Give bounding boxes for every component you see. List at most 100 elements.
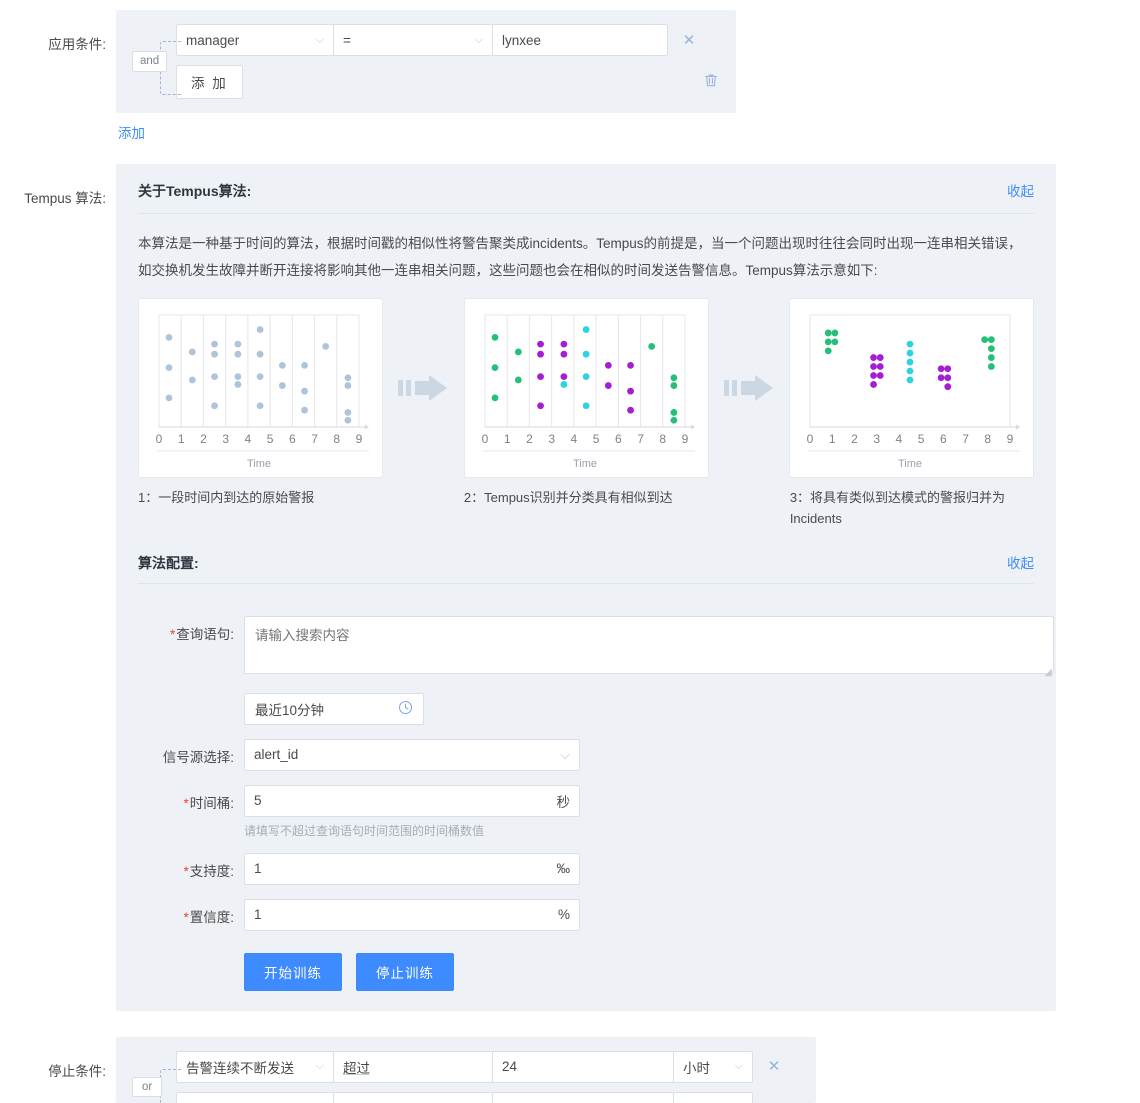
condition-rule-row: manager ⌵ = ⌵ lynxee ✕ <box>176 24 720 56</box>
time-bucket-label-text: 时间桶: <box>189 795 234 811</box>
tempus-collapse-link[interactable]: 收起 <box>1007 180 1034 200</box>
signal-source-select[interactable]: alert_id ⌵ <box>244 738 580 771</box>
svg-text:8: 8 <box>333 432 340 446</box>
time-range-label-spacer <box>138 693 244 700</box>
svg-text:Time: Time <box>572 458 596 470</box>
required-marker: * <box>183 909 189 925</box>
condition-operator-select[interactable]: = ⌵ <box>333 24 493 56</box>
chart-caption-1: 1：一段时间内到达的原始警报 <box>138 490 315 505</box>
stop-operator-input-2[interactable] <box>333 1091 493 1103</box>
tempus-panel: 关于Tempus算法: 收起 本算法是一种基于时间的算法，根据时间戳的相似性将警… <box>116 164 1056 1011</box>
algo-config-body: *查询语句: ◢ 最近10分钟 <box>138 600 1054 991</box>
chart-captions: 1：一段时间内到达的原始警报 2：Tempus识别并分类具有相似到达 3：将具有… <box>138 488 1034 530</box>
clock-icon <box>398 700 413 718</box>
delete-group-icon[interactable] <box>704 73 720 92</box>
required-marker: * <box>183 795 189 811</box>
stop-unit-select[interactable]: 小时 ⌵ <box>673 1050 753 1083</box>
condition-field-select[interactable]: manager ⌵ <box>176 24 334 56</box>
stop-field-select-2[interactable] <box>176 1091 334 1103</box>
svg-text:7: 7 <box>962 432 969 446</box>
svg-text:5: 5 <box>592 432 599 446</box>
chevron-down-icon: ⌵ <box>315 1060 324 1073</box>
svg-text:Time: Time <box>247 458 271 470</box>
start-training-button[interactable]: 开始训练 <box>244 952 342 991</box>
tempus-about-header: 关于Tempus算法: 收起 <box>138 180 1034 213</box>
confidence-value: 1 <box>254 907 262 923</box>
svg-text:5: 5 <box>267 432 274 446</box>
stop-field-select[interactable]: 告警连续不断发送 ⌵ <box>176 1050 334 1083</box>
condition-operator-value: = <box>343 32 351 48</box>
time-range-picker[interactable]: 最近10分钟 <box>244 692 424 725</box>
apply-conditions-label: 应用条件: <box>48 37 106 52</box>
signal-source-row: 信号源选择: alert_id ⌵ <box>138 738 1034 771</box>
algo-config-collapse-link[interactable]: 收起 <box>1007 552 1034 572</box>
divider <box>138 213 1034 214</box>
confidence-input[interactable]: 1 % <box>244 898 580 931</box>
svg-text:8: 8 <box>659 432 666 446</box>
query-field-row: *查询语句: ◢ <box>138 615 1054 679</box>
arrow-separator-1 <box>383 298 464 478</box>
stop-value-input[interactable]: 24 <box>492 1050 674 1083</box>
time-bucket-value: 5 <box>254 793 262 809</box>
time-bucket-unit: 秒 <box>556 794 571 810</box>
time-range-row: 最近10分钟 <box>138 692 1034 725</box>
logic-operator-or[interactable]: or <box>132 1077 163 1098</box>
stop-rule-row: 告警连续不断发送 ⌵ 超过 24 小时 ⌵ ✕ <box>176 1050 800 1083</box>
svg-text:4: 4 <box>896 432 903 446</box>
svg-text:7: 7 <box>637 432 644 446</box>
required-marker: * <box>169 626 176 642</box>
tempus-about-title: 关于Tempus算法: <box>138 183 252 199</box>
chart-caption-2: 2：Tempus识别并分类具有相似到达 <box>463 490 673 505</box>
apply-conditions-panel: and manager ⌵ = ⌵ lynxee ✕ 添 加 <box>116 10 736 113</box>
signal-source-label: 信号源选择: <box>162 749 234 765</box>
stop-rule-row-2 <box>176 1091 800 1103</box>
svg-text:4: 4 <box>570 432 577 446</box>
svg-text:8: 8 <box>984 432 991 446</box>
query-label-text: 查询语句: <box>176 626 234 642</box>
add-condition-group-link[interactable]: 添加 <box>118 122 736 142</box>
svg-text:7: 7 <box>311 432 318 446</box>
remove-condition-button[interactable]: ✕ <box>676 33 702 48</box>
connector-line <box>160 1068 182 1103</box>
svg-text:6: 6 <box>289 432 296 446</box>
required-marker: * <box>183 863 189 879</box>
svg-text:Time: Time <box>898 458 922 470</box>
logic-operator-and[interactable]: and <box>132 50 168 73</box>
query-input[interactable] <box>244 615 1054 674</box>
support-row: *支持度: 1 ‰ <box>138 852 1034 885</box>
svg-text:3: 3 <box>548 432 555 446</box>
support-input[interactable]: 1 ‰ <box>244 852 580 885</box>
time-range-value: 最近10分钟 <box>255 702 325 718</box>
svg-text:2: 2 <box>200 432 207 446</box>
time-bucket-row: *时间桶: 5 秒 请填写不超过查询语句时间范围的时间桶数值 <box>138 784 1034 839</box>
condition-value-input[interactable]: lynxee <box>492 24 668 56</box>
apply-conditions-row: 应用条件: and manager ⌵ = ⌵ lynxee ✕ 添 加 添加 <box>0 10 1140 142</box>
svg-text:0: 0 <box>481 432 488 446</box>
stop-logic-operator-group: or <box>132 1051 182 1103</box>
resize-grip-icon: ◢ <box>1044 666 1052 678</box>
stop-value-input-2[interactable] <box>492 1091 674 1103</box>
stop-operator-input[interactable]: 超过 <box>333 1050 493 1083</box>
time-bucket-hint: 请填写不超过查询语句时间范围的时间桶数值 <box>244 823 485 838</box>
tempus-description: 本算法是一种基于时间的算法，根据时间戳的相似性将警告聚类成incidents。T… <box>138 236 1022 278</box>
stop-unit-select-2[interactable] <box>673 1091 753 1103</box>
condition-field-value: manager <box>186 32 240 48</box>
stop-training-button[interactable]: 停止训练 <box>356 952 454 991</box>
add-condition-button[interactable]: 添 加 <box>176 65 243 99</box>
chevron-down-icon: ⌵ <box>734 1060 743 1073</box>
confidence-label-text: 置信度: <box>189 909 234 925</box>
svg-text:9: 9 <box>681 432 688 446</box>
svg-text:3: 3 <box>873 432 880 446</box>
svg-text:1: 1 <box>503 432 510 446</box>
signal-source-value: alert_id <box>254 747 299 763</box>
chart-raw-alerts: 0 1 2 3 4 5 6 7 8 9 Time <box>138 298 383 478</box>
svg-text:0: 0 <box>156 432 163 446</box>
arrow-separator-2 <box>709 298 790 478</box>
logic-operator-group: and <box>132 24 182 99</box>
settings-page: 应用条件: and manager ⌵ = ⌵ lynxee ✕ 添 加 添加 … <box>0 0 1140 1103</box>
stop-unit-value: 小时 <box>683 1060 710 1076</box>
chart-classified-alerts: 0 1 2 3 4 5 6 7 8 9 Time <box>463 298 709 478</box>
time-bucket-input[interactable]: 5 秒 <box>244 784 580 817</box>
svg-text:5: 5 <box>918 432 925 446</box>
remove-stop-condition-button[interactable]: ✕ <box>761 1059 787 1074</box>
